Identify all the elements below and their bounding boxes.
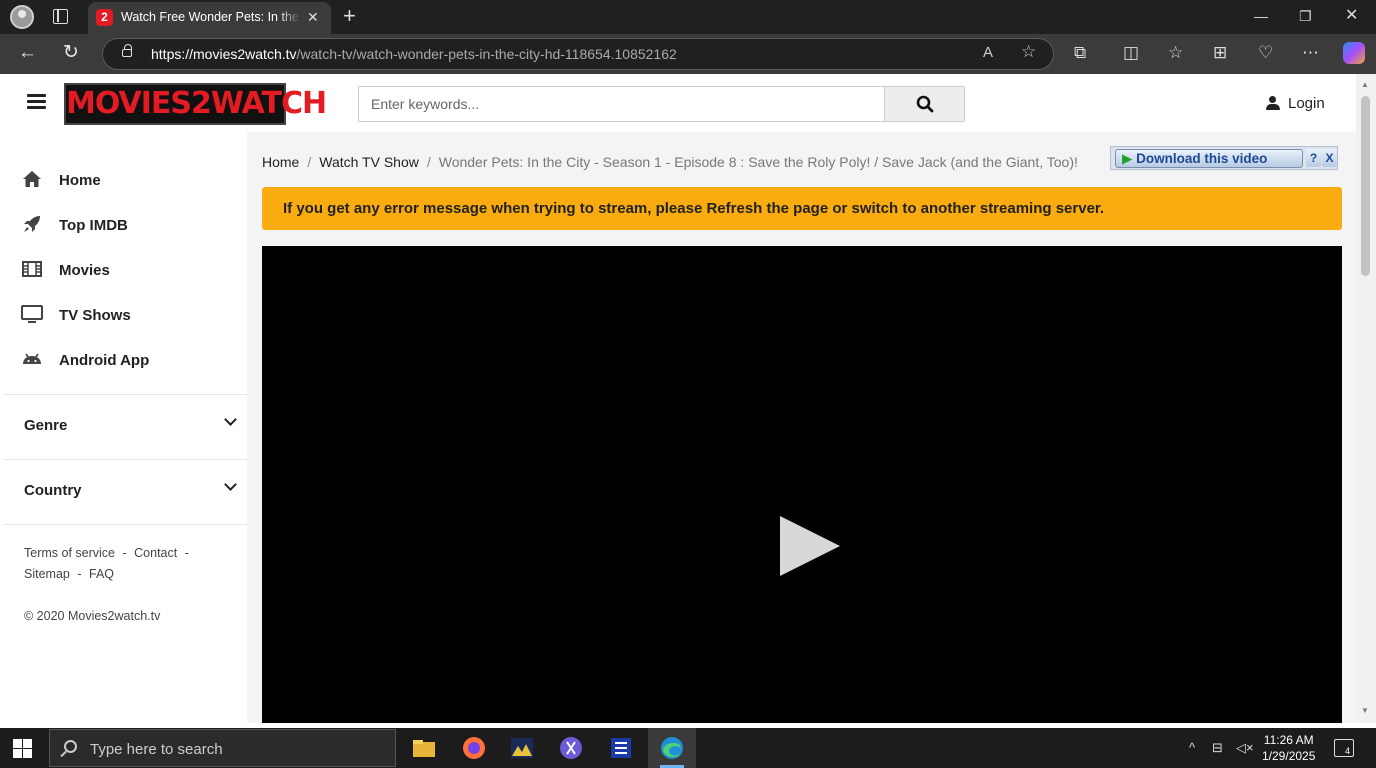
taskbar-clock[interactable]: 11:26 AM 1/29/2025	[1262, 732, 1315, 764]
firefox-icon[interactable]	[460, 734, 488, 762]
chevron-down-icon	[224, 478, 237, 491]
file-explorer-icon[interactable]	[410, 734, 438, 762]
volume-muted-icon[interactable]: ◁×	[1236, 740, 1254, 756]
scroll-down-arrow-icon[interactable]: ▼	[1361, 706, 1369, 715]
read-aloud-icon[interactable]: A	[983, 44, 993, 61]
app-icon-blue[interactable]	[607, 734, 635, 762]
breadcrumb: Home / Watch TV Show / Wonder Pets: In the C…	[262, 154, 1078, 170]
breadcrumb-current: Wonder Pets: In the City - Season 1 - Ep…	[438, 154, 1078, 170]
contact-link[interactable]: Contact	[134, 546, 177, 560]
url-text[interactable]: https://movies2watch.tv/watch-tv/watch-w…	[151, 46, 677, 62]
faq-link[interactable]: FAQ	[89, 567, 114, 581]
hamburger-menu-icon[interactable]	[27, 94, 46, 110]
extensions-icon[interactable]: ⧉	[1074, 42, 1086, 64]
sidebar-divider	[4, 394, 247, 395]
scroll-up-arrow-icon[interactable]: ▲	[1361, 80, 1369, 89]
app-icon-purple[interactable]	[557, 734, 585, 762]
footer-links-row-2: Sitemap - FAQ	[24, 567, 115, 581]
search-field[interactable]	[358, 86, 885, 122]
error-alert-banner: If you get any error message when trying…	[262, 187, 1342, 230]
sidebar-item-top-imdb[interactable]: Top IMDB	[4, 205, 247, 245]
android-icon	[23, 353, 41, 364]
film-icon	[22, 261, 42, 277]
network-icon[interactable]: ⊟	[1212, 740, 1223, 756]
browser-tab[interactable]: 2 Watch Free Wonder Pets: In the City - …	[88, 2, 331, 34]
site-logo[interactable]: MOVIES2WATCH	[64, 83, 327, 125]
favorites-icon[interactable]: ☆	[1168, 42, 1183, 64]
sidebar-item-android-app[interactable]: Android App	[4, 340, 247, 380]
profile-avatar[interactable]	[10, 5, 34, 29]
alert-text: If you get any error message when trying…	[283, 200, 1105, 217]
search-button[interactable]	[884, 86, 965, 122]
taskbar-search[interactable]: Type here to search	[49, 729, 396, 767]
page-scrollbar[interactable]: ▲ ▼	[1356, 74, 1376, 723]
split-screen-icon[interactable]: ◫	[1123, 42, 1139, 64]
restore-icon[interactable]: ❐	[1299, 6, 1312, 26]
notifications-icon[interactable]: 4	[1334, 739, 1354, 757]
show-hidden-icons-icon[interactable]: ^	[1189, 740, 1195, 755]
lock-icon[interactable]	[122, 44, 132, 57]
browser-tab-strip: 2 Watch Free Wonder Pets: In the City - …	[0, 0, 1376, 34]
home-icon	[23, 171, 41, 187]
footer-links-row-1: Terms of service - Contact -	[24, 546, 189, 560]
download-close-button[interactable]: X	[1322, 149, 1337, 167]
genre-dropdown[interactable]: Genre	[4, 400, 247, 450]
favorite-star-icon[interactable]: ☆	[1021, 42, 1036, 62]
download-video-button[interactable]: ▶ Download this video	[1115, 149, 1303, 168]
new-tab-icon[interactable]: +	[343, 3, 356, 29]
address-bar[interactable]: https://movies2watch.tv/watch-tv/watch-w…	[102, 38, 1054, 70]
scrollbar-thumb[interactable]	[1361, 96, 1370, 276]
country-dropdown[interactable]: Country	[4, 465, 247, 515]
tab-title: Watch Free Wonder Pets: In the City - Se…	[121, 10, 301, 24]
user-icon	[1266, 96, 1280, 110]
site-header: MOVIES2WATCH Login	[4, 74, 1356, 132]
web-page: MOVIES2WATCH Login Home Top IMDB Movies …	[4, 74, 1356, 723]
sitemap-link[interactable]: Sitemap	[24, 567, 70, 581]
terms-of-service-link[interactable]: Terms of service	[24, 546, 115, 560]
video-player[interactable]	[262, 246, 1342, 723]
minimize-icon[interactable]: —	[1254, 6, 1268, 26]
tab-actions-icon[interactable]	[53, 9, 68, 24]
breadcrumb-watch-tv-show[interactable]: Watch TV Show	[319, 154, 419, 170]
address-toolbar: ← ↻ https://movies2watch.tv/watch-tv/wat…	[0, 34, 1376, 74]
sidebar-divider	[4, 524, 247, 525]
download-help-button[interactable]: ?	[1306, 149, 1321, 167]
chevron-down-icon	[224, 413, 237, 426]
edge-icon	[661, 737, 683, 759]
close-window-icon[interactable]: ✕	[1345, 6, 1358, 26]
copyright: © 2020 Movies2watch.tv	[24, 609, 161, 623]
collections-icon[interactable]: ⊞	[1213, 42, 1227, 64]
sidebar-item-tv-shows[interactable]: TV Shows	[4, 295, 247, 335]
breadcrumb-home[interactable]: Home	[262, 154, 299, 170]
app-icon-dark[interactable]	[508, 734, 536, 762]
login-link[interactable]: Login	[1266, 95, 1325, 112]
rocket-icon	[24, 216, 40, 232]
more-icon[interactable]: ⋯	[1302, 42, 1319, 64]
refresh-icon[interactable]: ↻	[63, 42, 79, 64]
sidebar-item-movies[interactable]: Movies	[4, 250, 247, 290]
tv-icon	[21, 305, 43, 323]
performance-icon[interactable]: ♡	[1258, 42, 1273, 64]
search-input[interactable]	[359, 87, 884, 121]
tab-close-icon[interactable]: ✕	[307, 7, 319, 27]
search-icon	[916, 95, 934, 113]
download-video-bar: ▶ Download this video ? X	[1110, 146, 1338, 170]
sidebar-item-home[interactable]: Home	[4, 160, 247, 200]
copilot-icon[interactable]	[1343, 42, 1365, 64]
edge-taskbar-button[interactable]	[648, 728, 696, 768]
windows-start-icon[interactable]	[13, 739, 33, 759]
tab-favicon: 2	[96, 9, 113, 26]
back-icon[interactable]: ←	[18, 42, 37, 64]
play-icon[interactable]	[780, 516, 840, 576]
windows-taskbar: Type here to search ^ ⊟ ◁× 11:26 AM 1/29/…	[0, 728, 1376, 768]
search-icon	[64, 740, 77, 753]
main-content: Home / Watch TV Show / Wonder Pets: In the C…	[247, 132, 1356, 723]
play-arrow-icon: ▶	[1122, 151, 1133, 166]
sidebar-divider	[4, 459, 247, 460]
sidebar: Home Top IMDB Movies TV Shows Android Ap…	[4, 132, 247, 723]
